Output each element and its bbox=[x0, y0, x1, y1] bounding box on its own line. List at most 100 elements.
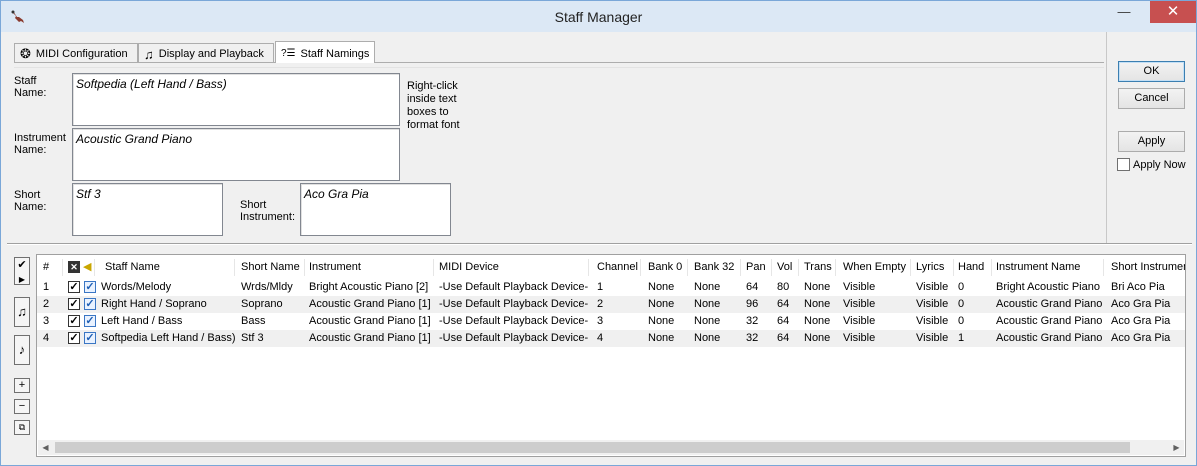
cell-lyrics[interactable]: Visible bbox=[916, 279, 948, 296]
speaker-icon[interactable]: ◀ bbox=[83, 259, 95, 276]
cell-bank0[interactable]: None bbox=[648, 296, 674, 313]
cell-vol[interactable]: 64 bbox=[777, 313, 789, 330]
tab-midi-configuration[interactable]: ❂ MIDI Configuration bbox=[14, 43, 138, 62]
cell-staff-name[interactable]: Right Hand / Soprano bbox=[101, 296, 237, 313]
cell-short-instrument[interactable]: Aco Gra Pia bbox=[1111, 330, 1185, 347]
cell-hand[interactable]: 0 bbox=[958, 296, 964, 313]
cell-short-instrument[interactable]: Aco Gra Pia bbox=[1111, 296, 1185, 313]
minimize-icon[interactable]: — bbox=[1110, 1, 1138, 23]
row-playback-checkbox[interactable]: ✓ bbox=[84, 332, 96, 344]
cell-staff-name[interactable]: Left Hand / Bass bbox=[101, 313, 237, 330]
cancel-button[interactable]: Cancel bbox=[1118, 88, 1185, 109]
instrument-name-field[interactable]: Acoustic Grand Piano bbox=[72, 128, 400, 181]
cell-lyrics[interactable]: Visible bbox=[916, 296, 948, 313]
cell-instrument-name[interactable]: Acoustic Grand Piano bbox=[996, 330, 1106, 347]
cell-short-name[interactable]: Soprano bbox=[241, 296, 305, 313]
column-header[interactable]: Lyrics bbox=[916, 259, 954, 276]
column-header[interactable]: Staff Name bbox=[105, 259, 235, 276]
cell-channel[interactable]: 1 bbox=[597, 279, 603, 296]
cell-pan[interactable]: 96 bbox=[746, 296, 758, 313]
column-header[interactable]: Pan bbox=[746, 259, 772, 276]
cell-bank0[interactable]: None bbox=[648, 330, 674, 347]
column-header[interactable]: Channel bbox=[597, 259, 641, 276]
tab-staff-namings[interactable]: ?☰ Staff Namings bbox=[275, 41, 375, 63]
select-all-checkbox-icon[interactable]: ✕ bbox=[68, 261, 80, 273]
cell-channel[interactable]: 2 bbox=[597, 296, 603, 313]
cell-vol[interactable]: 64 bbox=[777, 296, 789, 313]
scroll-left-icon[interactable]: ◀ bbox=[38, 440, 53, 455]
cell-when-empty[interactable]: Visible bbox=[843, 279, 875, 296]
staff-name-field[interactable]: Softpedia (Left Hand / Bass) bbox=[72, 73, 400, 126]
column-header[interactable]: # bbox=[43, 259, 63, 276]
column-header[interactable]: When Empty bbox=[843, 259, 911, 276]
short-name-field[interactable]: Stf 3 bbox=[72, 183, 223, 236]
cell-midi-device[interactable]: -Use Default Playback Device- bbox=[439, 279, 589, 296]
row-enabled-checkbox[interactable]: ✓ bbox=[68, 332, 80, 344]
column-header[interactable]: MIDI Device bbox=[439, 259, 589, 276]
cell-trans[interactable]: None bbox=[804, 296, 830, 313]
cell-pan[interactable]: 32 bbox=[746, 313, 758, 330]
cell-staff-name[interactable]: Words/Melody bbox=[101, 279, 237, 296]
scroll-right-icon[interactable]: ▶ bbox=[1169, 440, 1184, 455]
row-enabled-checkbox[interactable]: ✓ bbox=[68, 281, 80, 293]
cell-short-instrument[interactable]: Bri Aco Pia bbox=[1111, 279, 1185, 296]
horizontal-scrollbar[interactable]: ◀ ▶ bbox=[38, 440, 1184, 455]
cell-when-empty[interactable]: Visible bbox=[843, 296, 875, 313]
column-header[interactable]: Bank 0 bbox=[648, 259, 688, 276]
cell-instrument[interactable]: Acoustic Grand Piano [1] bbox=[309, 313, 435, 330]
cell-short-name[interactable]: Wrds/Mldy bbox=[241, 279, 305, 296]
cell-hand[interactable]: 0 bbox=[958, 313, 964, 330]
row-playback-checkbox[interactable]: ✓ bbox=[84, 315, 96, 327]
cell-channel[interactable]: 4 bbox=[597, 330, 603, 347]
column-header[interactable]: Instrument bbox=[309, 259, 434, 276]
cell-bank32[interactable]: None bbox=[694, 330, 720, 347]
cell-instrument[interactable]: Acoustic Grand Piano [1] bbox=[309, 296, 435, 313]
column-header[interactable]: Bank 32 bbox=[694, 259, 741, 276]
row-playback-checkbox[interactable]: ✓ bbox=[84, 298, 96, 310]
cell-vol[interactable]: 80 bbox=[777, 279, 789, 296]
cell-trans[interactable]: None bbox=[804, 330, 830, 347]
column-header[interactable]: Trans bbox=[804, 259, 836, 276]
cell-short-instrument[interactable]: Aco Gra Pia bbox=[1111, 313, 1185, 330]
check-select-icon[interactable]: ✔ ▶ bbox=[14, 257, 30, 285]
cell-when-empty[interactable]: Visible bbox=[843, 313, 875, 330]
cell-trans[interactable]: None bbox=[804, 313, 830, 330]
cell-bank32[interactable]: None bbox=[694, 313, 720, 330]
cell-short-name[interactable]: Stf 3 bbox=[241, 330, 305, 347]
scrollbar-thumb[interactable] bbox=[55, 442, 1130, 453]
close-icon[interactable]: ✕ bbox=[1150, 1, 1196, 23]
move-staff-down-icon[interactable]: ♪ bbox=[14, 335, 30, 365]
short-instrument-field[interactable]: Aco Gra Pia bbox=[300, 183, 451, 236]
cell-lyrics[interactable]: Visible bbox=[916, 313, 948, 330]
column-header[interactable]: Hand bbox=[958, 259, 992, 276]
cell-bank32[interactable]: None bbox=[694, 279, 720, 296]
apply-now-checkbox[interactable] bbox=[1117, 158, 1130, 171]
row-playback-checkbox[interactable]: ✓ bbox=[84, 281, 96, 293]
table-row[interactable]: 3 ✓ ✓ Left Hand / Bass Bass Acoustic Gra… bbox=[37, 313, 1185, 330]
column-header[interactable]: Vol bbox=[777, 259, 799, 276]
cell-instrument[interactable]: Bright Acoustic Piano [2] bbox=[309, 279, 435, 296]
column-header[interactable]: Short Name bbox=[241, 259, 305, 276]
cell-midi-device[interactable]: -Use Default Playback Device- bbox=[439, 313, 589, 330]
cell-instrument-name[interactable]: Acoustic Grand Piano bbox=[996, 313, 1106, 330]
cell-trans[interactable]: None bbox=[804, 279, 830, 296]
tab-display-and-playback[interactable]: ♫ Display and Playback bbox=[138, 43, 274, 62]
table-row[interactable]: 1 ✓ ✓ Words/Melody Wrds/Mldy Bright Acou… bbox=[37, 279, 1185, 296]
cell-midi-device[interactable]: -Use Default Playback Device- bbox=[439, 330, 589, 347]
cell-pan[interactable]: 64 bbox=[746, 279, 758, 296]
row-enabled-checkbox[interactable]: ✓ bbox=[68, 315, 80, 327]
column-header[interactable]: Instrument Name bbox=[996, 259, 1104, 276]
cell-hand[interactable]: 0 bbox=[958, 279, 964, 296]
cell-channel[interactable]: 3 bbox=[597, 313, 603, 330]
table-row[interactable]: 4 ✓ ✓ Softpedia Left Hand / Bass) Stf 3 … bbox=[37, 330, 1185, 347]
cell-hand[interactable]: 1 bbox=[958, 330, 964, 347]
column-header[interactable]: Short Instrumen bbox=[1111, 259, 1185, 276]
ok-button[interactable]: OK bbox=[1118, 61, 1185, 82]
cell-lyrics[interactable]: Visible bbox=[916, 330, 948, 347]
remove-staff-icon[interactable]: − bbox=[14, 399, 30, 414]
cell-when-empty[interactable]: Visible bbox=[843, 330, 875, 347]
table-row[interactable]: 2 ✓ ✓ Right Hand / Soprano Soprano Acous… bbox=[37, 296, 1185, 313]
cell-bank0[interactable]: None bbox=[648, 279, 674, 296]
apply-button[interactable]: Apply bbox=[1118, 131, 1185, 152]
row-enabled-checkbox[interactable]: ✓ bbox=[68, 298, 80, 310]
